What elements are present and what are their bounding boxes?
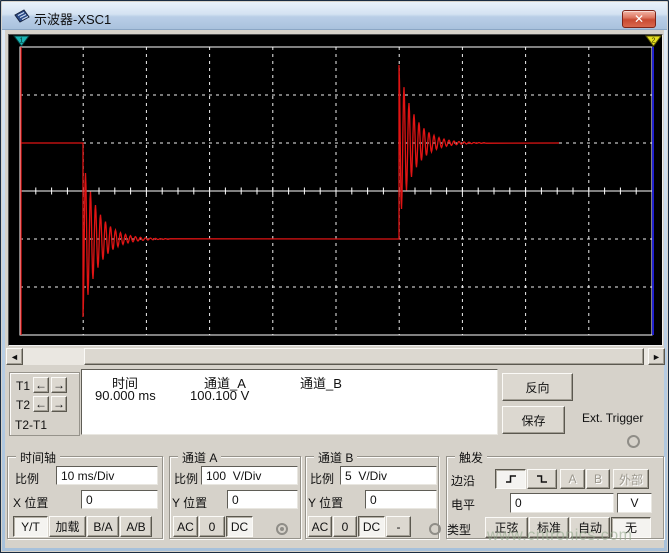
t2-right-button[interactable]: → <box>51 396 67 412</box>
timebase-ab-button[interactable]: A/B <box>120 516 152 537</box>
t1-left-button[interactable]: ← <box>33 377 49 393</box>
trigger-type-auto-button[interactable]: 自动 <box>570 517 610 538</box>
trigger-ext-button[interactable]: 外部 <box>613 469 649 489</box>
timebase-ba-button[interactable]: B/A <box>87 516 119 537</box>
falling-edge-icon <box>537 475 547 483</box>
t1-channel-a-value: 100.100 V <box>190 388 250 403</box>
t1-time-value: 90.000 ms <box>95 388 156 403</box>
trigger-a-button[interactable]: A <box>560 469 585 489</box>
channel-b-dc-button[interactable]: DC <box>358 516 385 537</box>
trigger-type-normal-button[interactable]: 标准 <box>529 517 569 538</box>
trigger-rising-edge-button[interactable] <box>495 469 526 489</box>
svg-text:2: 2 <box>652 38 656 45</box>
t2-left-button[interactable]: ← <box>33 396 49 412</box>
trigger-title: 触发 <box>455 449 488 466</box>
channel-b-terminal[interactable] <box>429 523 441 535</box>
rising-edge-icon <box>505 475 516 483</box>
channel-b-minus-button[interactable]: - <box>386 516 411 537</box>
ext-trigger-terminal[interactable] <box>627 435 640 448</box>
channel-b-ypos-input[interactable] <box>365 490 437 509</box>
trigger-falling-edge-button[interactable] <box>527 469 557 489</box>
ext-trigger-label: Ext. Trigger <box>582 411 644 425</box>
timebase-xpos-label: X 位置 <box>13 496 49 510</box>
timebase-scale-input[interactable] <box>56 466 158 485</box>
oscilloscope-window: 示波器-XSC1 ✕ 12 ◄ ► T1 ← → T2 ← → T2-T1 时间… <box>0 0 669 553</box>
t1-label: T1 <box>16 379 31 393</box>
channel-b-zero-button[interactable]: 0 <box>333 516 357 537</box>
channel-a-zero-button[interactable]: 0 <box>199 516 225 537</box>
scroll-left-button[interactable]: ◄ <box>6 348 23 365</box>
scope-display: 12 <box>8 34 663 346</box>
title-bar[interactable]: 示波器-XSC1 ✕ <box>2 2 667 30</box>
t1-right-button[interactable]: → <box>51 377 67 393</box>
timebase-scale-label: 比例 <box>15 472 40 486</box>
timebase-add-button[interactable]: 加载 <box>49 516 86 537</box>
timebase-xpos-input[interactable] <box>81 490 158 509</box>
timebase-yt-button[interactable]: Y/T <box>13 516 48 537</box>
channel-b-title: 通道 B <box>314 449 358 466</box>
channel-a-ypos-input[interactable] <box>227 490 298 509</box>
channel-a-scale-input[interactable] <box>201 466 298 485</box>
window-title: 示波器-XSC1 <box>34 12 112 27</box>
scroll-right-button[interactable]: ► <box>648 348 665 365</box>
channel-b-ypos-label: Y 位置 <box>308 496 344 510</box>
channel-a-ypos-label: Y 位置 <box>172 496 208 510</box>
channel-b-scale-label: 比例 <box>310 472 335 486</box>
scrollbar-thumb[interactable] <box>84 348 644 365</box>
readout-panel: 时间 通道_A 通道_B 90.000 ms 100.100 V <box>81 369 498 435</box>
scope-svg: 12 <box>13 35 662 336</box>
reverse-button[interactable]: 反向 <box>502 373 573 401</box>
instrument-icon <box>12 8 31 30</box>
channel-b-scale-input[interactable] <box>340 466 437 485</box>
cursor-control-box: T1 ← → T2 ← → T2-T1 <box>9 372 80 436</box>
channel-a-terminal[interactable] <box>276 523 288 535</box>
trigger-level-unit-select[interactable]: V <box>617 493 652 513</box>
trigger-type-sine-button[interactable]: 正弦 <box>485 517 528 538</box>
readout-col-channel-b: 通道_B <box>300 376 342 391</box>
trigger-b-button[interactable]: B <box>586 469 610 489</box>
trigger-level-input[interactable] <box>510 493 614 513</box>
channel-a-scale-label: 比例 <box>174 472 199 486</box>
trigger-edge-label: 边沿 <box>451 474 476 488</box>
time-scrollbar[interactable]: ◄ ► <box>6 348 665 365</box>
channel-b-ac-button[interactable]: AC <box>308 516 332 537</box>
trigger-type-label: 类型 <box>447 523 472 537</box>
channel-a-ac-button[interactable]: AC <box>173 516 198 537</box>
trigger-level-label: 电平 <box>451 498 476 512</box>
close-button[interactable]: ✕ <box>622 10 656 28</box>
save-button[interactable]: 保存 <box>502 406 565 434</box>
svg-text:1: 1 <box>20 38 24 45</box>
channel-a-dc-button[interactable]: DC <box>226 516 253 537</box>
channel-a-title: 通道 A <box>178 449 222 466</box>
trigger-type-none-button[interactable]: 无 <box>611 517 651 538</box>
t2-label: T2 <box>16 398 31 412</box>
t2-t1-label: T2-T1 <box>15 418 48 432</box>
timebase-title: 时间轴 <box>16 449 61 466</box>
